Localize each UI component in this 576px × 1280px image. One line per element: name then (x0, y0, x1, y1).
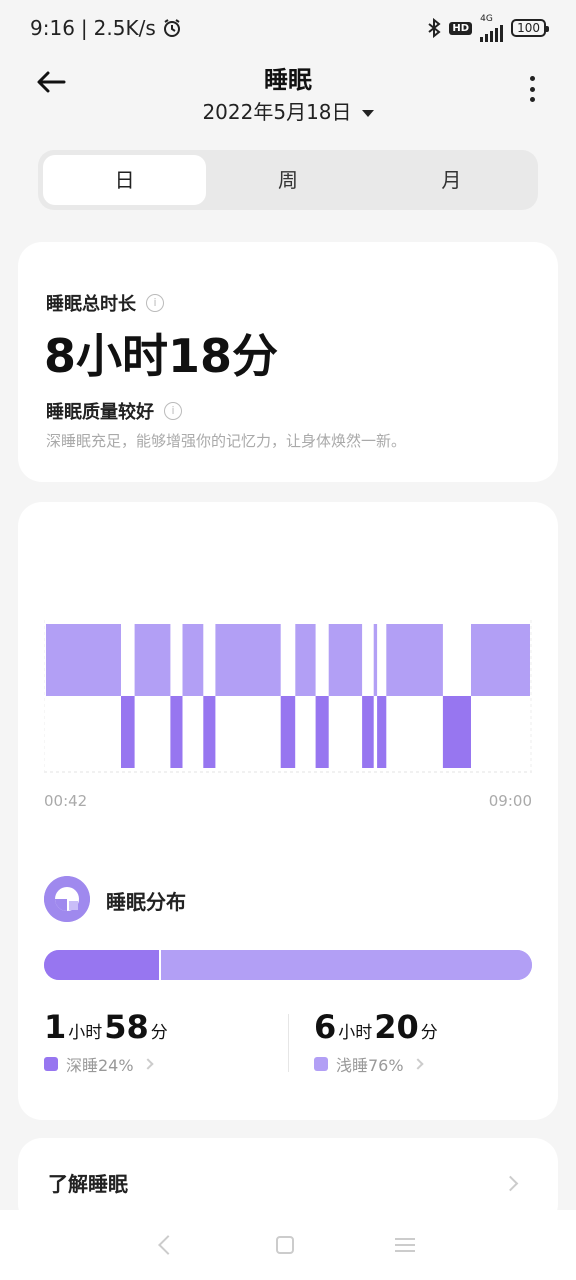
status-time: 9:16 (30, 16, 75, 40)
deep-sleep-segment (362, 696, 374, 768)
light-minutes-unit: 分 (420, 1023, 438, 1043)
info-icon[interactable]: i (164, 402, 182, 420)
light-minutes: 20 (374, 1008, 419, 1046)
light-sleep-segment (295, 624, 316, 696)
total-duration-row: 睡眠总时长 i (46, 290, 164, 316)
deep-sleep-segment (315, 696, 329, 768)
app-header: 睡眠 2022年5月18日 (0, 56, 576, 140)
light-sleep-label: 浅睡76% (336, 1056, 404, 1075)
deep-sleep-legend-swatch (44, 1057, 58, 1071)
quality-row: 睡眠质量较好 i (46, 398, 182, 424)
period-tabs: 日 周 月 (38, 150, 538, 210)
nav-recents-icon[interactable] (395, 1238, 416, 1252)
chevron-right-icon (411, 1058, 424, 1070)
deep-sleep-fill (44, 950, 162, 980)
timeline-end-label: 09:00 (488, 792, 532, 810)
deep-sleep-segment (280, 696, 296, 768)
status-separator: | (80, 16, 88, 40)
deep-sleep-segment (203, 696, 216, 768)
sleep-stage-chart[interactable] (44, 620, 532, 776)
system-nav-bar (0, 1210, 576, 1280)
chevron-right-icon (502, 1175, 519, 1192)
light-sleep-segment (328, 624, 363, 696)
more-options-icon[interactable] (528, 76, 536, 102)
sleep-quality-description: 深睡眠充足，能够增强你的记忆力，让身体焕然一新。 (46, 432, 407, 450)
light-sleep-segment (215, 624, 281, 696)
deep-hours-unit: 小时 (68, 1023, 103, 1043)
tab-day[interactable]: 日 (43, 155, 207, 205)
deep-sleep-label: 深睡24% (66, 1056, 134, 1075)
learn-sleep-label: 了解睡眠 (48, 1172, 128, 1196)
deep-sleep-segment (377, 696, 387, 768)
light-sleep-segment (134, 624, 171, 696)
battery-icon: 100 (511, 19, 549, 37)
deep-sleep-segment (442, 696, 471, 768)
date-selector[interactable]: 2022年5月18日 (0, 96, 576, 125)
light-sleep-segment (46, 624, 121, 696)
light-sleep-segment (373, 624, 378, 696)
tab-month[interactable]: 月 (370, 155, 533, 205)
tab-week[interactable]: 周 (206, 155, 369, 205)
deep-sleep-stat[interactable]: 1 小时 58 分 深睡24% (44, 1008, 170, 1076)
deep-minutes: 58 (104, 1008, 149, 1046)
light-sleep-stat[interactable]: 6 小时 20 分 浅睡76% (314, 1008, 440, 1076)
light-hours-unit: 小时 (338, 1023, 373, 1043)
total-duration-value: 8小时18分 (44, 329, 279, 383)
sleep-quality-label: 睡眠质量较好 (46, 402, 154, 423)
light-sleep-fill (161, 950, 532, 980)
distribution-bar (44, 950, 532, 980)
cellular-signal-icon: 4G (480, 14, 504, 42)
caret-down-icon (361, 110, 374, 117)
timeline-start-label: 00:42 (44, 792, 88, 810)
page-title: 睡眠 (264, 66, 312, 94)
deep-minutes-unit: 分 (150, 1023, 168, 1043)
date-label: 2022年5月18日 (202, 100, 352, 124)
stat-divider (288, 1014, 289, 1072)
pie-chart-icon (44, 876, 90, 922)
light-sleep-segment (386, 624, 443, 696)
info-icon[interactable]: i (146, 294, 164, 312)
chevron-right-icon (141, 1058, 154, 1070)
deep-hours: 1 (44, 1008, 67, 1046)
hd-icon: HD (449, 21, 473, 35)
status-bar: 9:16 | 2.5K/s HD 4G 100 (0, 0, 576, 56)
nav-home-icon[interactable] (275, 1236, 294, 1254)
nav-back-icon[interactable] (157, 1235, 178, 1255)
light-hours: 6 (314, 1008, 337, 1046)
deep-sleep-segment (170, 696, 183, 768)
alarm-icon (163, 19, 180, 37)
light-sleep-segment (471, 624, 530, 696)
light-sleep-legend-swatch (314, 1057, 328, 1071)
deep-sleep-segment (121, 696, 135, 768)
sleep-detail-card: 00:42 09:00 睡眠分布 1 小时 58 分 深睡24% 6 小时 20… (18, 502, 558, 1120)
light-sleep-segment (182, 624, 204, 696)
bluetooth-icon (428, 18, 442, 38)
network-speed: 2.5K/s (93, 16, 156, 40)
distribution-title: 睡眠分布 (106, 890, 186, 914)
sleep-summary-card: 睡眠总时长 i 8小时18分 睡眠质量较好 i 深睡眠充足，能够增强你的记忆力，… (18, 242, 558, 482)
total-duration-label: 睡眠总时长 (46, 294, 136, 315)
